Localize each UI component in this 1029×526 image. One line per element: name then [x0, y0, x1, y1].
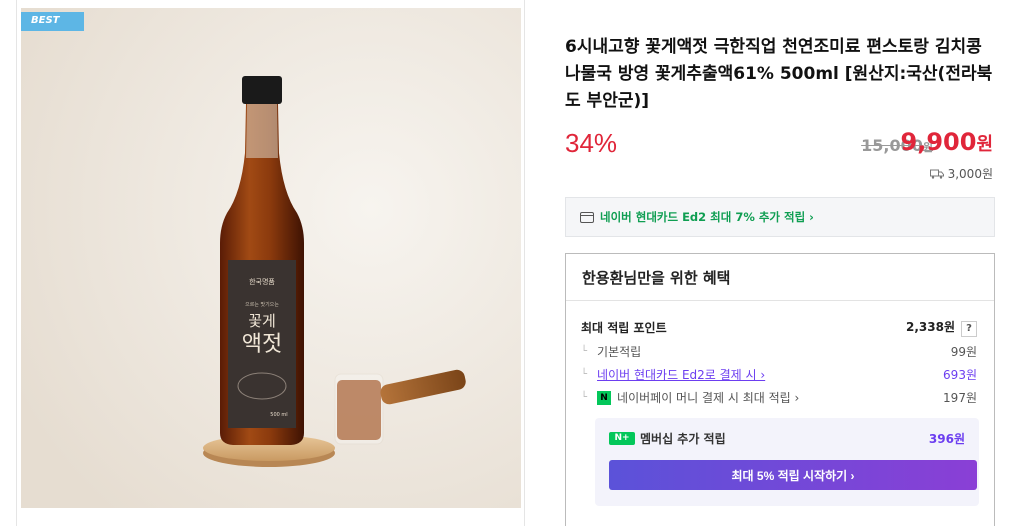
basic-points-row: └ 기본적립 99원: [581, 343, 977, 360]
best-badge: BEST: [21, 12, 84, 31]
card-points-link[interactable]: 네이버 현대카드 Ed2로 결제 시 ›: [597, 366, 765, 383]
truck-icon: [929, 169, 944, 179]
npay-icon: N: [597, 390, 612, 405]
membership-box: N+ 멤버십 추가 적립 396원 최대 5% 적립 시작하기 ›: [595, 418, 979, 506]
npay-points-link[interactable]: 네이버페이 머니 결제 시 최대 적립 ›: [617, 389, 799, 406]
basic-points-value: 99원: [950, 345, 977, 359]
label-logo: 한국명품: [249, 277, 275, 286]
branch-icon: └: [581, 392, 588, 403]
label-small: 으르는 맛기으는: [245, 301, 279, 308]
max-points-label: 최대 적립 포인트: [581, 321, 667, 335]
benefit-title: 한용환님만을 위한 혜택: [566, 254, 994, 301]
npay-points-value: 197원: [943, 391, 977, 405]
branch-icon: └: [581, 346, 588, 357]
label-name-2: 액젓: [242, 332, 282, 357]
sale-price: 9,900원: [901, 128, 993, 156]
membership-label: 멤버십 추가 적립: [640, 432, 726, 446]
card-points-row: └ 네이버 현대카드 Ed2로 결제 시 › 693원: [581, 366, 977, 383]
label-name-1: 꽃게: [248, 312, 276, 330]
max-points-value: 2,338원: [906, 320, 955, 334]
product-photo[interactable]: 한국명품 으르는 맛기으는 꽃게 액젓 500 ml BEST: [21, 8, 521, 508]
product-photo-illustration: 한국명품 으르는 맛기으는 꽃게 액젓 500 ml: [21, 8, 521, 508]
shipping-fee-value: 3,000원: [947, 167, 993, 181]
card-points-value: 693원: [943, 368, 977, 382]
product-image-panel: 한국명품 으르는 맛기으는 꽃게 액젓 500 ml BEST: [16, 0, 525, 526]
membership-start-button[interactable]: 최대 5% 적립 시작하기 ›: [609, 460, 977, 490]
sale-price-value: 9,900: [900, 128, 977, 156]
basic-points-label: 기본적립: [597, 345, 642, 359]
branch-icon: └: [581, 369, 588, 380]
shipping-fee: 3,000원: [929, 165, 993, 182]
label-volume: 500 ml: [270, 412, 287, 418]
naver-card-promo[interactable]: 네이버 현대카드 Ed2 최대 7% 추가 적립 ›: [565, 197, 995, 237]
membership-row: N+ 멤버십 추가 적립 396원: [609, 430, 965, 447]
help-icon[interactable]: ?: [961, 321, 977, 337]
discount-rate: 34%: [565, 128, 618, 158]
naver-card-promo-text: 네이버 현대카드 Ed2 최대 7% 추가 적립 ›: [600, 210, 814, 224]
product-info-panel: 6시내고향 꽃게액젓 극한직업 천연조미료 편스토랑 김치콩나물국 방영 꽃게추…: [525, 0, 1029, 526]
max-points-row: 최대 적립 포인트 2,338원?: [581, 318, 977, 337]
membership-value: 396원: [928, 432, 965, 446]
card-icon: [580, 211, 594, 223]
product-title: 6시내고향 꽃게액젓 극한직업 천연조미료 편스토랑 김치콩나물국 방영 꽃게추…: [565, 37, 993, 111]
npay-points-row: └ N 네이버페이 머니 결제 시 최대 적립 › 197원: [581, 389, 977, 406]
nplus-icon: N+: [609, 432, 635, 445]
sale-price-unit: 원: [976, 134, 993, 155]
